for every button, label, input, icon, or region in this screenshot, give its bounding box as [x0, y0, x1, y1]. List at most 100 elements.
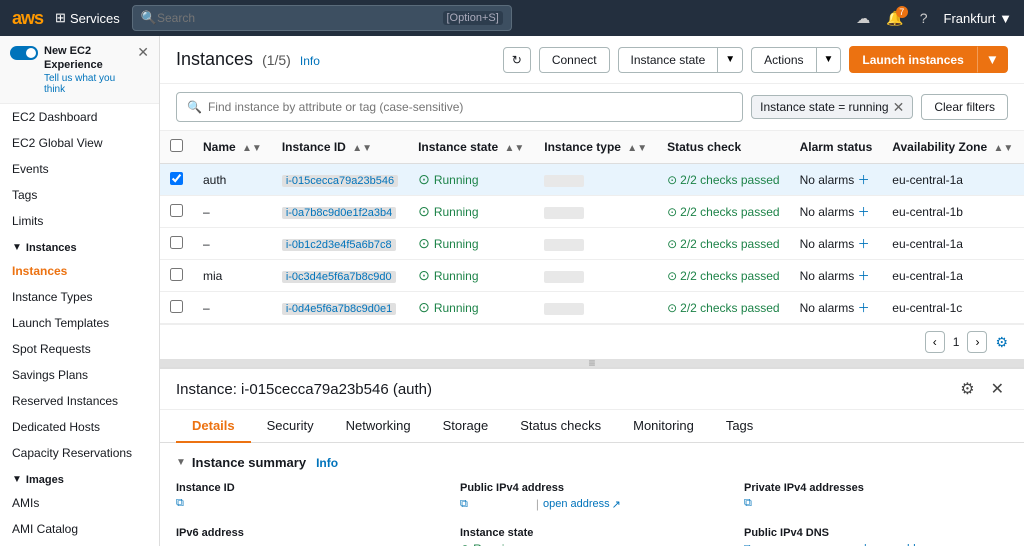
banner-link[interactable]: Tell us what you think [44, 73, 131, 95]
actions-button[interactable]: Actions [751, 47, 815, 73]
sidebar-section-instances[interactable]: ▼ Instances [0, 234, 159, 258]
table-row[interactable]: – i-0a7b8c9d0e1f2a3b4 ⊙ Running ⊙ 2/2 ch… [160, 196, 1024, 228]
help-icon[interactable]: ? [920, 10, 928, 26]
open-address-dns-link[interactable]: | open address ↗ [864, 543, 948, 546]
col-instance-state[interactable]: Instance state ▲▼ [408, 131, 534, 164]
sidebar-section-images[interactable]: ▼ Images [0, 466, 159, 490]
region-selector[interactable]: Frankfurt ▼ [944, 11, 1013, 26]
cell-checkbox[interactable] [160, 228, 193, 260]
copy-icon[interactable]: ⧉ [744, 543, 752, 546]
row-checkbox[interactable] [170, 300, 183, 313]
sidebar-item-instances[interactable]: Instances [0, 258, 159, 284]
summary-info-link[interactable]: Info [316, 456, 338, 470]
instance-state-chevron[interactable]: ▼ [717, 47, 743, 73]
open-address-link[interactable]: open address ↗ [543, 498, 621, 511]
launch-instances-chevron[interactable]: ▼ [977, 46, 1008, 73]
cell-checkbox[interactable] [160, 292, 193, 324]
services-label[interactable]: Services [70, 11, 120, 26]
new-exp-toggle[interactable] [10, 46, 38, 60]
field-label: Public IPv4 address [460, 482, 724, 494]
tab-storage[interactable]: Storage [427, 410, 505, 443]
filter-close-icon[interactable]: ✕ [893, 100, 905, 114]
detail-settings-icon[interactable]: ⚙ [956, 377, 978, 401]
col-select-all[interactable] [160, 131, 193, 164]
sidebar-item-spot-requests[interactable]: Spot Requests [0, 336, 159, 362]
sidebar-section-ebs[interactable]: ▼ Elastic Block Store [0, 542, 159, 546]
col-instance-type[interactable]: Instance type ▲▼ [534, 131, 657, 164]
sidebar-item-capacity-reservations[interactable]: Capacity Reservations [0, 440, 159, 466]
sidebar-item-ami-catalog[interactable]: AMI Catalog [0, 516, 159, 542]
cell-checkbox[interactable] [160, 196, 193, 228]
sidebar-item-events[interactable]: Events [0, 156, 159, 182]
add-alarm-icon[interactable]: ＋ [858, 205, 870, 219]
table-row[interactable]: – i-0b1c2d3e4f5a6b7c8 ⊙ Running ⊙ 2/2 ch… [160, 228, 1024, 260]
sort-icon: ▲▼ [242, 143, 262, 154]
col-az[interactable]: Availability Zone ▲▼ [882, 131, 1023, 164]
field-value: ⧉ [744, 497, 1008, 510]
row-checkbox[interactable] [170, 268, 183, 281]
sidebar-item-amis[interactable]: AMIs [0, 490, 159, 516]
sidebar-item-launch-templates[interactable]: Launch Templates [0, 310, 159, 336]
col-alarm-status[interactable]: Alarm status [790, 131, 883, 164]
launch-instances-button[interactable]: Launch instances [849, 46, 976, 73]
detail-close-icon[interactable]: ✕ [987, 377, 1008, 401]
search-input[interactable] [208, 100, 732, 114]
sidebar-item-dedicated-hosts[interactable]: Dedicated Hosts [0, 414, 159, 440]
sidebar-item-savings-plans[interactable]: Savings Plans [0, 362, 159, 388]
sidebar-item-reserved-instances[interactable]: Reserved Instances [0, 388, 159, 414]
banner-close-icon[interactable]: ✕ [137, 44, 149, 61]
add-alarm-icon[interactable]: ＋ [858, 173, 870, 187]
sidebar-item-instance-types[interactable]: Instance Types [0, 284, 159, 310]
instances-table: Name ▲▼ Instance ID ▲▼ Instance state ▲▼… [160, 131, 1024, 324]
sidebar-item-ec2-global-view[interactable]: EC2 Global View [0, 130, 159, 156]
instance-state-button[interactable]: Instance state [618, 47, 718, 73]
cell-checkbox[interactable] [160, 164, 193, 196]
table-row[interactable]: auth i-015cecca79a23b546 ⊙ Running ⊙ 2/2… [160, 164, 1024, 196]
tab-networking[interactable]: Networking [330, 410, 427, 443]
row-checkbox[interactable] [170, 172, 183, 185]
tab-status-checks[interactable]: Status checks [504, 410, 617, 443]
add-alarm-icon[interactable]: ＋ [858, 301, 870, 315]
cell-type [534, 196, 657, 228]
copy-icon[interactable]: ⧉ [460, 498, 468, 511]
panel-divider[interactable]: ≡ [160, 359, 1024, 367]
cell-checkbox[interactable] [160, 260, 193, 292]
copy-icon[interactable]: ⧉ [176, 497, 184, 510]
cell-status-check: ⊙ 2/2 checks passed [657, 164, 789, 196]
row-checkbox[interactable] [170, 204, 183, 217]
refresh-button[interactable]: ↻ [503, 47, 531, 73]
sidebar-item-limits[interactable]: Limits [0, 208, 159, 234]
info-link[interactable]: Info [300, 54, 320, 68]
row-checkbox[interactable] [170, 236, 183, 249]
select-all-checkbox[interactable] [170, 139, 183, 152]
tab-security[interactable]: Security [251, 410, 330, 443]
tab-details[interactable]: Details [176, 410, 251, 443]
table-row[interactable]: – i-0d4e5f6a7b8c9d0e1 ⊙ Running ⊙ 2/2 ch… [160, 292, 1024, 324]
sidebar-item-ec2-dashboard[interactable]: EC2 Dashboard [0, 104, 159, 130]
field-value: ⊙ Running [460, 542, 724, 546]
services-menu[interactable]: ⊞ Services [55, 10, 120, 26]
next-page-button[interactable]: › [967, 331, 987, 353]
sidebar-item-tags[interactable]: Tags [0, 182, 159, 208]
page-number: 1 [953, 335, 960, 349]
clear-filters-button[interactable]: Clear filters [921, 94, 1008, 120]
search-box[interactable]: 🔍 [176, 92, 743, 122]
global-search[interactable]: 🔍 [Option+S] [132, 5, 512, 31]
connect-button[interactable]: Connect [539, 47, 610, 73]
actions-chevron[interactable]: ▼ [816, 47, 842, 73]
prev-page-button[interactable]: ‹ [925, 331, 945, 353]
add-alarm-icon[interactable]: ＋ [858, 269, 870, 283]
col-instance-id[interactable]: Instance ID ▲▼ [272, 131, 408, 164]
copy-icon[interactable]: ⧉ [744, 497, 752, 510]
bell-container[interactable]: 🔔 7 [886, 10, 903, 27]
add-alarm-icon[interactable]: ＋ [858, 237, 870, 251]
col-status-check[interactable]: Status check [657, 131, 789, 164]
search-input[interactable] [157, 11, 443, 25]
tab-tags[interactable]: Tags [710, 410, 769, 443]
col-name[interactable]: Name ▲▼ [193, 131, 272, 164]
cloud-icon[interactable]: ☁ [856, 10, 870, 27]
tab-monitoring[interactable]: Monitoring [617, 410, 710, 443]
table-row[interactable]: mia i-0c3d4e5f6a7b8c9d0 ⊙ Running ⊙ 2/2 … [160, 260, 1024, 292]
cell-name: – [193, 228, 272, 260]
table-settings-icon[interactable]: ⚙ [995, 334, 1008, 351]
